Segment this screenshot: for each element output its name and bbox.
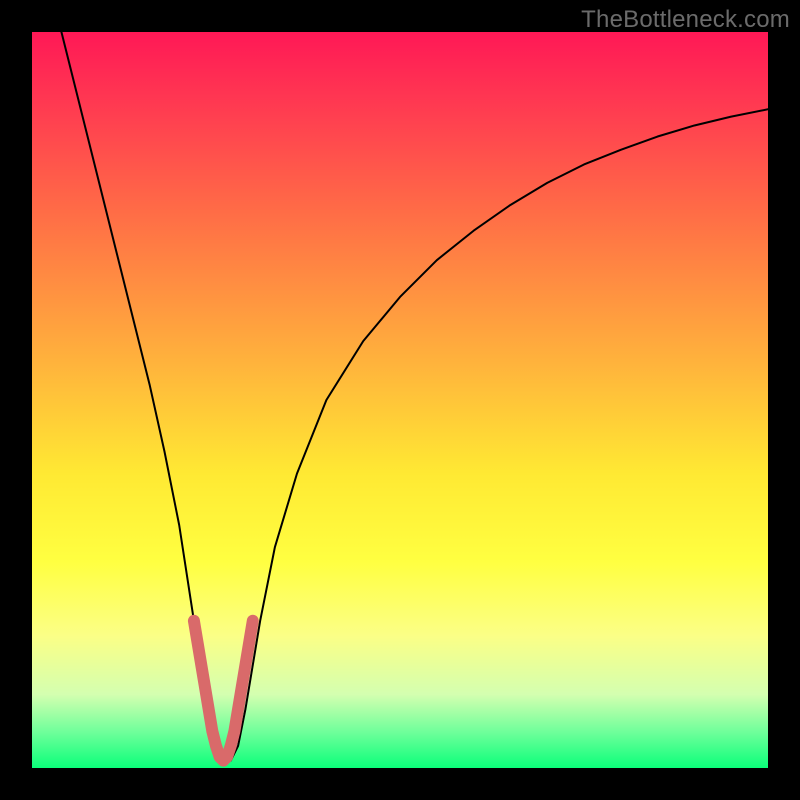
chart-svg [32,32,768,768]
chart-plot-area [32,32,768,768]
bottleneck-curve [61,32,768,761]
highlight-segment [194,621,253,761]
watermark-text: TheBottleneck.com [581,6,790,34]
